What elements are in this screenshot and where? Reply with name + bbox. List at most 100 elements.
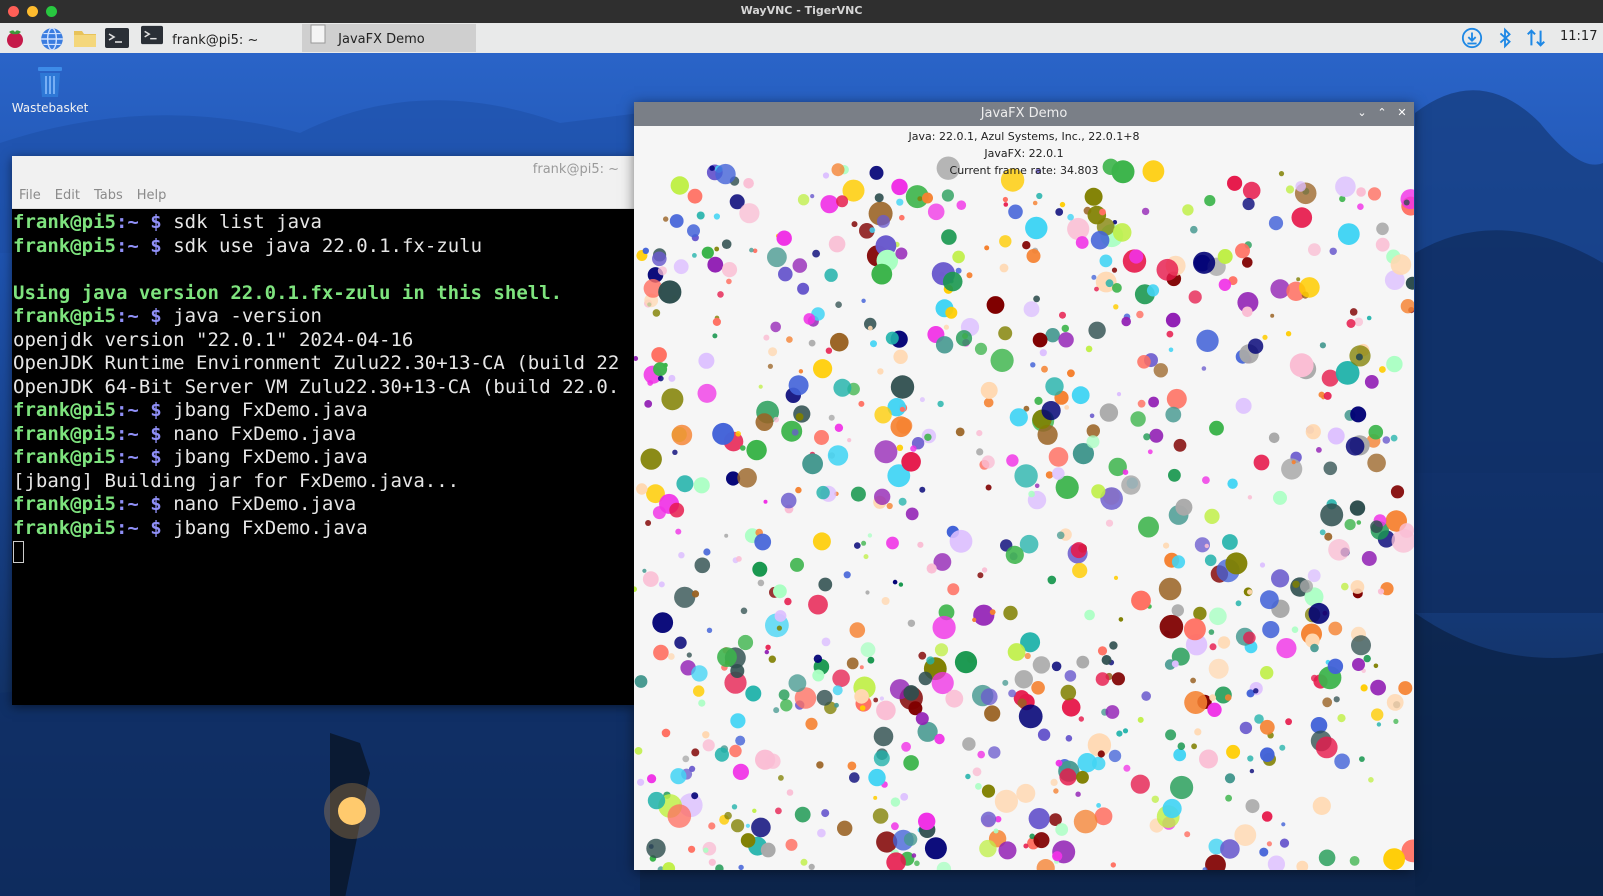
bouncing-circle: [907, 619, 916, 627]
bouncing-circle: [634, 747, 643, 755]
bouncing-circle: [642, 571, 659, 587]
bouncing-circle: [1271, 569, 1290, 588]
terminal-output[interactable]: frank@pi5:~ $ sdk list java frank@pi5:~ $…: [12, 209, 635, 701]
bouncing-circle: [886, 536, 899, 550]
bouncing-circle: [1060, 684, 1077, 701]
bouncing-circle: [1329, 247, 1337, 255]
bouncing-circle: [1099, 403, 1119, 422]
bouncing-circle: [786, 789, 794, 796]
bouncing-circle: [1064, 405, 1070, 410]
prompt-path: :~: [115, 234, 139, 257]
menu-tabs[interactable]: Tabs: [94, 188, 123, 203]
trash-icon: [30, 61, 70, 101]
taskbar-task-terminal[interactable]: frank@pi5: ~: [140, 24, 300, 52]
javafx-info-overlay: Java: 22.0.1, Azul Systems, Inc., 22.0.1…: [634, 128, 1414, 179]
bouncing-circle: [1023, 843, 1029, 849]
bouncing-circle: [1281, 822, 1286, 827]
download-icon[interactable]: [1460, 27, 1484, 53]
bouncing-circle: [797, 282, 810, 295]
bouncing-circle: [1166, 330, 1174, 338]
close-icon[interactable]: ✕: [1394, 105, 1410, 121]
bouncing-circle: [1032, 332, 1048, 348]
clock[interactable]: 11:17: [1560, 29, 1597, 44]
bouncing-circle: [868, 768, 886, 787]
bouncing-circle: [1405, 276, 1414, 290]
terminal-window[interactable]: frank@pi5: ~ File Edit Tabs Help frank@p…: [12, 156, 635, 705]
bouncing-circle: [757, 579, 765, 587]
bouncing-circle: [1292, 580, 1300, 588]
network-icon[interactable]: [1525, 27, 1547, 53]
bouncing-circle: [657, 375, 664, 382]
terminal-icon[interactable]: [104, 26, 129, 50]
bouncing-circle: [843, 571, 851, 579]
bouncing-circle: [955, 427, 965, 437]
terminal-title: frank@pi5: ~: [532, 162, 619, 177]
bouncing-circle: [647, 791, 666, 810]
javafx-canvas[interactable]: Java: 22.0.1, Azul Systems, Inc., 22.0.1…: [634, 126, 1414, 870]
bluetooth-icon[interactable]: [1497, 27, 1513, 53]
output-text: OpenJDK Runtime Environment Zulu22.30+13…: [13, 352, 620, 374]
bouncing-circle: [1260, 747, 1275, 762]
bouncing-circle: [1220, 839, 1240, 859]
bouncing-circle: [943, 324, 949, 330]
bouncing-circle: [989, 609, 996, 615]
bouncing-circle: [972, 617, 977, 622]
bouncing-circle: [1018, 704, 1043, 729]
web-browser-icon[interactable]: [39, 26, 63, 51]
bouncing-circle: [1323, 391, 1332, 400]
bouncing-circle: [706, 627, 713, 633]
javafx-window-controls: ⌄ ⌃ ✕: [1354, 105, 1410, 121]
bouncing-circle: [816, 689, 833, 706]
bouncing-circle: [1159, 614, 1184, 639]
terminal-line: OpenJDK Runtime Environment Zulu22.30+13…: [13, 352, 635, 376]
terminal-cursor: [13, 540, 24, 563]
bouncing-circle: [849, 622, 866, 638]
bouncing-circle: [682, 755, 690, 763]
terminal-titlebar[interactable]: frank@pi5: ~: [12, 156, 635, 182]
terminal-line: frank@pi5:~ $ jbang FxDemo.java: [13, 446, 635, 470]
bouncing-circle: [636, 483, 648, 495]
bouncing-circle: [1170, 775, 1194, 800]
menu-file[interactable]: File: [19, 188, 41, 203]
bouncing-circle: [1070, 542, 1087, 559]
bouncing-circle: [673, 259, 689, 275]
bouncing-circle: [1048, 447, 1069, 467]
bouncing-circle: [1008, 204, 1023, 220]
bouncing-circle: [1259, 562, 1266, 568]
taskbar-task-javafx[interactable]: JavaFX Demo: [302, 24, 476, 52]
bouncing-circle: [905, 507, 919, 521]
desktop-icon-wastebasket[interactable]: Wastebasket: [10, 61, 90, 115]
bouncing-circle: [717, 291, 724, 298]
bouncing-circle: [1224, 773, 1236, 784]
bouncing-circle: [736, 556, 742, 562]
bouncing-circle: [1247, 495, 1253, 500]
bouncing-circle: [1190, 225, 1198, 234]
bouncing-circle: [1349, 308, 1358, 316]
bouncing-circle: [715, 864, 724, 870]
bouncing-circle: [1311, 674, 1318, 682]
minimize-icon[interactable]: ⌄: [1354, 105, 1370, 121]
javafx-titlebar[interactable]: JavaFX Demo ⌄ ⌃ ✕: [634, 102, 1414, 126]
bouncing-circle: [1177, 742, 1186, 750]
bouncing-circle: [802, 453, 823, 475]
bouncing-circle: [763, 334, 770, 341]
maximize-icon[interactable]: ⌃: [1374, 105, 1390, 121]
bouncing-circle: [1050, 778, 1058, 787]
bouncing-circle: [981, 567, 988, 573]
bouncing-circle: [830, 332, 849, 352]
raspberry-menu-icon[interactable]: [3, 26, 27, 50]
bouncing-circle: [1204, 543, 1209, 549]
bouncing-circle: [1147, 449, 1153, 455]
bouncing-circle: [972, 767, 982, 777]
bouncing-circle: [861, 540, 867, 546]
javafx-title: JavaFX Demo: [980, 106, 1068, 121]
menu-edit[interactable]: Edit: [55, 188, 80, 203]
bouncing-circle: [808, 339, 816, 347]
bouncing-circle: [1242, 197, 1255, 211]
file-manager-icon[interactable]: [72, 26, 96, 50]
javafx-demo-window[interactable]: JavaFX Demo ⌄ ⌃ ✕ Java: 22.0.1, Azul Sys…: [634, 102, 1414, 870]
menu-help[interactable]: Help: [137, 188, 167, 203]
bouncing-circle: [1390, 254, 1412, 275]
bouncing-circle: [874, 440, 898, 464]
bouncing-circle: [698, 352, 715, 369]
